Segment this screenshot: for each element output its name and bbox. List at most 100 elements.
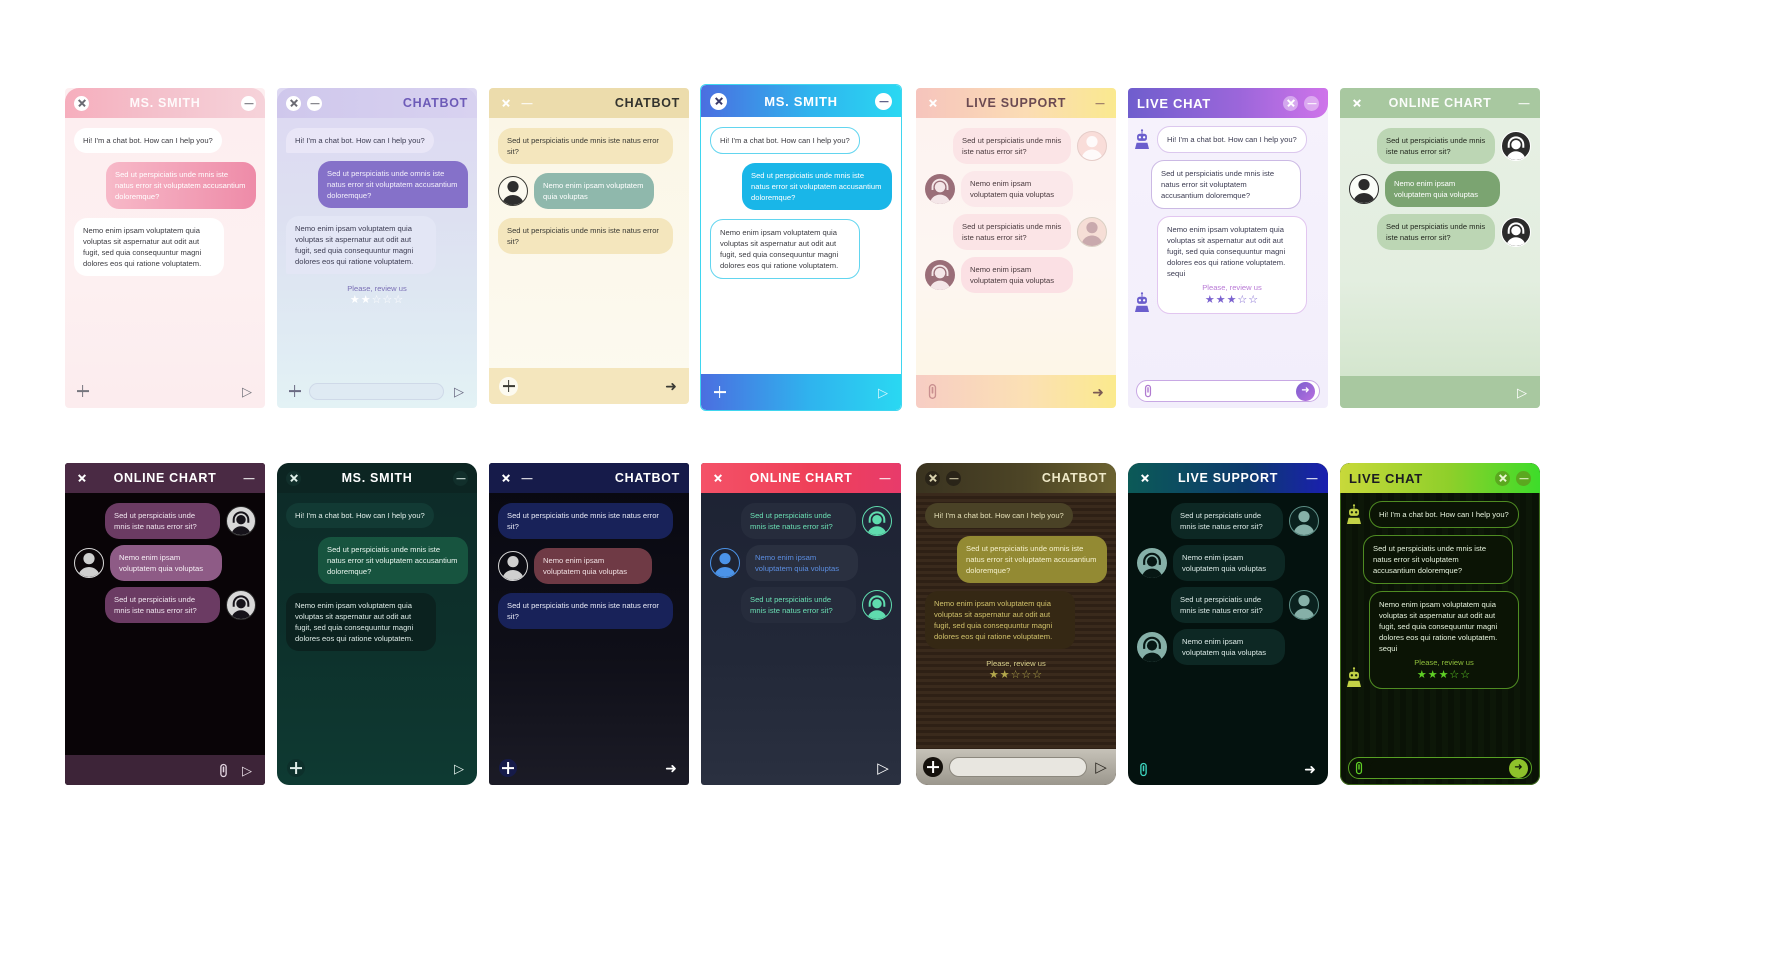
card-title: ONLINE CHART [749, 471, 853, 485]
paperclip-icon[interactable] [1143, 384, 1153, 398]
send-icon[interactable]: ▷ [239, 383, 255, 399]
card-header: MS. SMITH [701, 85, 901, 117]
close-icon[interactable] [710, 471, 725, 486]
send-icon[interactable]: ➜ [1090, 384, 1106, 400]
message-input[interactable] [949, 757, 1087, 777]
close-icon[interactable] [710, 92, 727, 110]
send-icon[interactable]: ▷ [239, 762, 255, 778]
paperclip-icon[interactable] [1354, 761, 1364, 775]
chat-card-ms-smith-cyan: MS. SMITH Hi! I'm a chat bot. How can I … [701, 85, 901, 410]
card-title: LIVE CHAT [1349, 470, 1423, 486]
paperclip-icon[interactable] [218, 763, 229, 778]
review-block: Please, review us ★★★☆☆ [1379, 657, 1509, 681]
close-icon[interactable] [74, 471, 89, 486]
minimize-icon[interactable] [875, 92, 892, 110]
bot-message: Sed ut perspiciatis unde mnis iste natus… [1151, 160, 1301, 209]
minimize-icon[interactable] [1304, 95, 1319, 111]
star-rating[interactable]: ★★★☆☆ [1167, 295, 1297, 306]
user-message: Sed ut perspiciatis unde omnis iste natu… [318, 161, 468, 208]
plus-icon[interactable] [287, 759, 305, 777]
message-input[interactable] [309, 382, 444, 400]
send-icon[interactable]: ▷ [1093, 759, 1109, 775]
send-icon[interactable]: ➜ [1509, 758, 1528, 778]
message-row: Sed ut perspiciatis unde mnis iste natus… [925, 128, 1107, 164]
message-row: Nemo enim ipsam voluptatem quia voluptas… [286, 593, 468, 651]
message-input[interactable] [1370, 761, 1503, 775]
minimize-icon[interactable] [307, 95, 322, 111]
plus-icon[interactable] [711, 384, 728, 401]
send-icon[interactable]: ▷ [451, 760, 467, 776]
card-header: MS. SMITH [277, 463, 477, 493]
star-rating[interactable]: ★★☆☆☆ [286, 295, 468, 306]
chat-widget-gallery: MS. SMITH Hi! I'm a chat bot. How can I … [0, 0, 1768, 980]
close-icon[interactable] [498, 471, 513, 486]
close-icon[interactable] [925, 96, 940, 111]
message-input[interactable] [1159, 384, 1290, 398]
minimize-icon[interactable] [1516, 470, 1531, 486]
paperclip-icon[interactable] [1138, 762, 1149, 777]
minimize-icon[interactable] [1304, 471, 1319, 486]
message-row: Sed ut perspiciatis unde mnis iste natus… [925, 214, 1107, 250]
message-row: Sed ut perspiciatis unde mnis iste natus… [498, 128, 680, 164]
close-icon[interactable] [1349, 96, 1364, 111]
review-block: Please, review us ★★★☆☆ [1167, 282, 1297, 306]
close-icon[interactable] [286, 95, 301, 111]
bot-message-with-review: Nemo enim ipsam voluptatem quia voluptas… [1157, 216, 1307, 314]
paperclip-icon[interactable] [926, 383, 939, 400]
plus-icon[interactable] [923, 757, 943, 777]
close-icon[interactable] [1283, 95, 1298, 111]
send-icon[interactable]: ▷ [875, 760, 891, 776]
card-header: CHATBOT [489, 463, 689, 493]
close-icon[interactable] [1495, 470, 1510, 486]
message-row: Sed ut perspiciatis unde mnis iste natus… [498, 218, 680, 254]
send-icon[interactable]: ▷ [1514, 384, 1530, 400]
close-icon[interactable] [498, 96, 513, 111]
composer: ▷ [277, 374, 477, 408]
message-list: Sed ut perspiciatis unde mnis iste natus… [1128, 493, 1328, 753]
message-row: Sed ut perspiciatis unde mnis iste natus… [1137, 587, 1319, 623]
user-message: Sed ut perspiciatis unde omnis iste natu… [957, 536, 1107, 583]
avatar [498, 551, 528, 581]
send-icon[interactable]: ▷ [451, 383, 467, 399]
agent-message: Nemo enim ipsam voluptatem quia voluptas [1173, 629, 1285, 665]
message-row: Sed ut perspiciatis unde mnis iste natus… [498, 593, 680, 629]
chat-card-chatbot-cream: CHATBOT Sed ut perspiciatis unde mnis is… [489, 88, 689, 404]
minimize-icon[interactable] [519, 96, 534, 111]
plus-icon[interactable] [499, 376, 518, 396]
send-icon[interactable]: ➜ [1296, 381, 1315, 401]
minimize-icon[interactable] [519, 471, 534, 486]
minimize-icon[interactable] [1092, 96, 1107, 111]
message-row: Nemo enim ipsam voluptatem quia voluptas [1137, 545, 1319, 581]
close-icon[interactable] [286, 470, 301, 486]
minimize-icon[interactable] [453, 470, 469, 486]
minimize-icon[interactable] [877, 471, 892, 486]
message-row: Nemo enim ipsam voluptatem quia voluptas [1349, 171, 1531, 207]
send-icon[interactable]: ➜ [663, 378, 679, 394]
close-icon[interactable] [1137, 471, 1152, 486]
minimize-icon[interactable] [241, 471, 256, 486]
message-row: Hi! I'm a chat bot. How can I help you? [710, 127, 892, 154]
card-title: LIVE SUPPORT [1177, 471, 1279, 485]
review-label: Please, review us [1414, 658, 1474, 667]
plus-icon[interactable] [287, 384, 302, 399]
send-icon[interactable]: ▷ [875, 384, 891, 400]
plus-icon[interactable] [75, 384, 90, 399]
composer: ▷ [65, 374, 265, 408]
robot-icon [1345, 667, 1363, 689]
send-icon[interactable]: ➜ [1302, 761, 1318, 777]
message-list: Sed ut perspiciatis unde mnis iste natus… [65, 493, 265, 755]
minimize-icon[interactable] [1516, 96, 1531, 111]
close-icon[interactable] [74, 95, 89, 111]
close-icon[interactable] [925, 470, 940, 486]
avatar [1349, 174, 1379, 204]
plus-icon[interactable] [499, 759, 517, 777]
minimize-icon[interactable] [241, 95, 257, 111]
minimize-icon[interactable] [946, 470, 961, 486]
message-row: Nemo enim ipsam voluptatem quia voluptas… [925, 591, 1107, 649]
send-icon[interactable]: ➜ [663, 760, 679, 776]
message-row: Sed ut perspiciatis unde mnis iste natus… [710, 163, 892, 210]
star-rating[interactable]: ★★☆☆☆ [925, 670, 1107, 681]
agent-message: Nemo enim ipsam voluptatem quia voluptas [110, 545, 222, 581]
avatar [74, 548, 104, 578]
star-rating[interactable]: ★★★☆☆ [1379, 670, 1509, 681]
